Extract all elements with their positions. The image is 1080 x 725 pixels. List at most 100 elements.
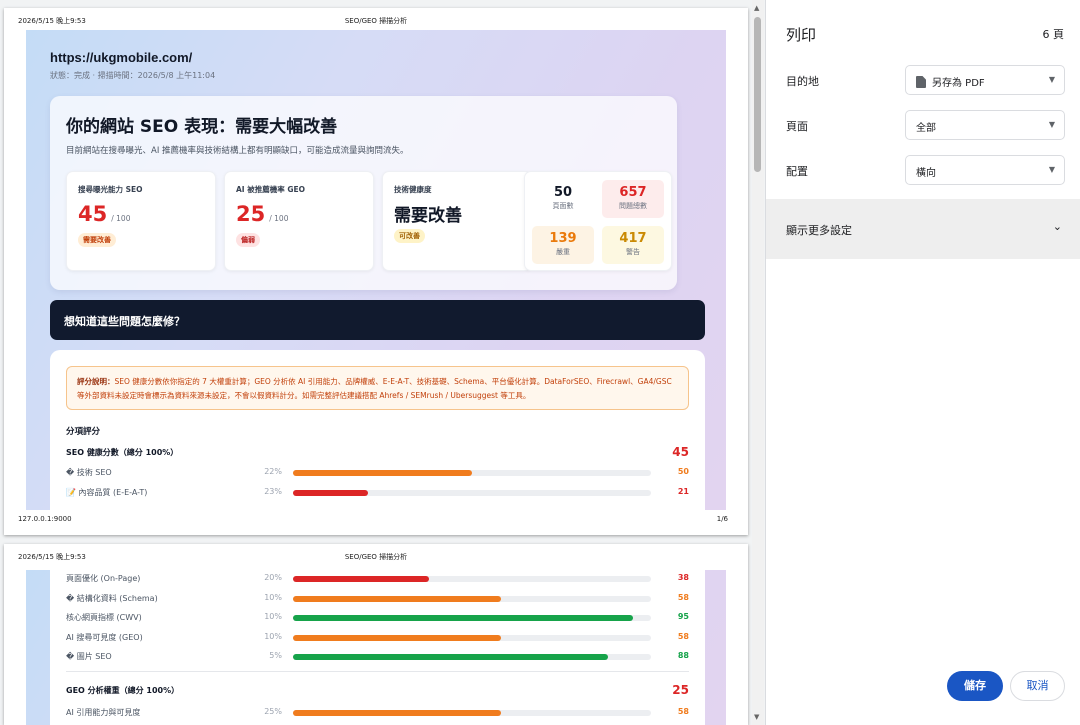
row-weight: 20% bbox=[264, 573, 282, 582]
file-icon bbox=[916, 76, 926, 88]
print-title: SEO/GEO 掃描分析 bbox=[344, 17, 408, 25]
scoring-note: 評分說明：SEO 健康分數依你指定的 7 大權重計算；GEO 分析依 AI 引用… bbox=[66, 366, 689, 410]
progress-track bbox=[293, 576, 651, 582]
row-weight: 22% bbox=[264, 467, 282, 476]
progress-fill bbox=[293, 595, 501, 602]
footer-page: 1/6 bbox=[716, 515, 728, 523]
metric-seo: 搜尋曝光能力 SEO 45/ 100 需要改善 bbox=[66, 171, 216, 271]
row-score: 21 bbox=[677, 487, 689, 496]
summary-card: 你的網站 SEO 表現：需要大幅改善 目前網站在搜尋曝光、AI 推薦機率與技術結… bbox=[50, 96, 677, 290]
progress-track bbox=[293, 470, 651, 476]
row-name: � 結構化資料 (Schema) bbox=[66, 593, 158, 603]
more-settings-toggle[interactable]: 顯示更多設定 ⌄ bbox=[766, 199, 1080, 259]
report-subtitle: 目前網站在搜尋曝光、AI 推薦機率與技術結構上都有明顯缺口，可能造成流量與詢問流… bbox=[66, 146, 409, 156]
metric-value: 45/ 100 bbox=[78, 202, 131, 226]
progress-fill bbox=[293, 654, 609, 660]
scrollbar-thumb[interactable] bbox=[754, 17, 761, 172]
pages-label: 頁面 bbox=[786, 120, 808, 133]
scroll-up-icon[interactable]: ▲ bbox=[754, 4, 759, 12]
preview-page-1: 2026/5/15 晚上9:53 SEO/GEO 掃描分析 https://uk… bbox=[4, 8, 748, 535]
scroll-down-icon[interactable]: ▼ bbox=[754, 713, 759, 721]
print-header: 2026/5/15 晚上9:53 SEO/GEO 掃描分析 bbox=[18, 16, 734, 28]
progress-track bbox=[293, 654, 651, 660]
score-row: � 結構化資料 (Schema) 10% 58 bbox=[66, 593, 689, 605]
breakdown-title: 分項評分 bbox=[66, 427, 101, 437]
report-background: GEO 分析權重（總分 100%） 25 頁面優化 (On-Page) 20% 38… bbox=[26, 570, 726, 725]
fix-cta-banner[interactable]: 想知道這些問題怎麼修？ bbox=[50, 300, 705, 340]
preview-page-2: 2026/5/15 晚上9:53 SEO/GEO 掃描分析 GEO 分析權重（總… bbox=[4, 544, 748, 725]
print-dialog-title: 列印 bbox=[786, 26, 817, 44]
score-row: 核心網頁指標 (CWV) 10% 95 bbox=[66, 612, 689, 624]
row-weight: 23% bbox=[264, 487, 282, 496]
row-name: AI 引用能力與可見度 bbox=[66, 708, 141, 717]
geo-total-score: 25 bbox=[672, 683, 689, 697]
destination-label: 目的地 bbox=[786, 75, 819, 88]
score-row: AI 搜尋可見度 (GEO) 10% 58 bbox=[66, 632, 689, 644]
seo-total-score: 45 bbox=[672, 445, 689, 459]
progress-fill bbox=[293, 576, 430, 582]
row-name: 📝 內容品質 (E-E-A-T) bbox=[66, 488, 148, 497]
metric-value: 25/ 100 bbox=[236, 202, 289, 226]
row-name: � 技術 SEO bbox=[66, 468, 112, 477]
metric-badge: 需要改善 bbox=[78, 233, 116, 247]
chevron-down-icon: ⌄ bbox=[1052, 220, 1062, 233]
progress-track bbox=[293, 615, 651, 621]
stat-critical: 139 嚴重 bbox=[532, 226, 594, 264]
metric-label: 技術健康度 bbox=[394, 185, 432, 194]
stat-pages: 50 頁面數 bbox=[532, 180, 594, 218]
row-weight: 10% bbox=[264, 592, 282, 602]
print-title: SEO/GEO 掃描分析 bbox=[344, 553, 408, 561]
stat-warnings: 417 警告 bbox=[602, 226, 664, 264]
row-weight: 10% bbox=[264, 612, 282, 621]
print-footer: 127.0.0.1:9000 1/6 bbox=[18, 515, 728, 525]
metric-badge: 偏弱 bbox=[236, 233, 260, 247]
print-settings-panel: 列印 6 頁 目的地 另存為 PDF ▼ 頁面 全部 ▼ 配置 橫向 ▼ 顯示更… bbox=[765, 0, 1080, 725]
pages-select[interactable]: 全部 ▼ bbox=[905, 110, 1065, 140]
row-score: 58 bbox=[677, 592, 689, 602]
row-score: 58 bbox=[677, 707, 689, 716]
destination-select[interactable]: 另存為 PDF ▼ bbox=[905, 65, 1065, 95]
progress-track bbox=[293, 490, 651, 496]
progress-track bbox=[293, 595, 651, 602]
row-weight: 25% bbox=[264, 707, 282, 716]
metric-label: AI 被推薦機率 GEO bbox=[236, 185, 305, 194]
score-row: AI 引用能力與可見度 25% 58 bbox=[66, 707, 689, 719]
row-score: 88 bbox=[677, 651, 689, 660]
score-row: 📝 內容品質 (E-E-A-T) 23% 21 bbox=[66, 487, 689, 499]
row-score: 58 bbox=[677, 631, 689, 641]
preview-scrollbar[interactable]: ▲ ▼ bbox=[752, 0, 764, 725]
score-row: 頁面優化 (On-Page) 20% 38 bbox=[66, 573, 689, 585]
metric-tech-health: 技術健康度 需要改善 可改善 bbox=[382, 171, 532, 271]
geo-total-label: GEO 分析權重（總分 100%） bbox=[66, 686, 180, 695]
progress-fill bbox=[293, 710, 501, 716]
score-breakdown-card: 評分說明：SEO 健康分數依你指定的 7 大權重計算；GEO 分析依 AI 引用… bbox=[50, 350, 705, 510]
row-score: 50 bbox=[677, 467, 689, 476]
row-name: 核心網頁指標 (CWV) bbox=[66, 613, 142, 622]
row-name: 頁面優化 (On-Page) bbox=[66, 574, 141, 583]
row-score: 95 bbox=[677, 612, 689, 621]
progress-track bbox=[293, 710, 651, 716]
print-preview: 2026/5/15 晚上9:53 SEO/GEO 掃描分析 https://uk… bbox=[0, 0, 765, 725]
row-name: � 圖片 SEO bbox=[66, 652, 112, 661]
progress-fill bbox=[293, 634, 501, 641]
report-headline: 你的網站 SEO 表現：需要大幅改善 bbox=[66, 117, 338, 137]
metric-value: 需要改善 bbox=[394, 206, 462, 226]
footer-url: 127.0.0.1:9000 bbox=[18, 515, 72, 523]
progress-fill bbox=[293, 615, 634, 621]
progress-fill bbox=[293, 490, 369, 496]
layout-select[interactable]: 橫向 ▼ bbox=[905, 155, 1065, 185]
row-name: AI 搜尋可見度 (GEO) bbox=[66, 632, 143, 642]
progress-track bbox=[293, 634, 651, 641]
score-row: � 圖片 SEO 5% 88 bbox=[66, 651, 689, 663]
save-button[interactable]: 儲存 bbox=[947, 671, 1003, 701]
page-count: 6 頁 bbox=[1042, 28, 1065, 41]
cancel-button[interactable]: 取消 bbox=[1010, 671, 1065, 701]
chevron-down-icon: ▼ bbox=[1048, 120, 1055, 129]
score-row: � 技術 SEO 22% 50 bbox=[66, 467, 689, 479]
print-header: 2026/5/15 晚上9:53 SEO/GEO 掃描分析 bbox=[18, 552, 734, 564]
stat-issues-total: 657 問題總數 bbox=[602, 180, 664, 218]
section-divider bbox=[66, 671, 689, 672]
report-background: https://ukgmobile.com/ 狀態：完成 · 掃描時間：2026… bbox=[26, 30, 726, 510]
layout-label: 配置 bbox=[786, 165, 808, 178]
report-url: https://ukgmobile.com/ bbox=[50, 50, 193, 65]
